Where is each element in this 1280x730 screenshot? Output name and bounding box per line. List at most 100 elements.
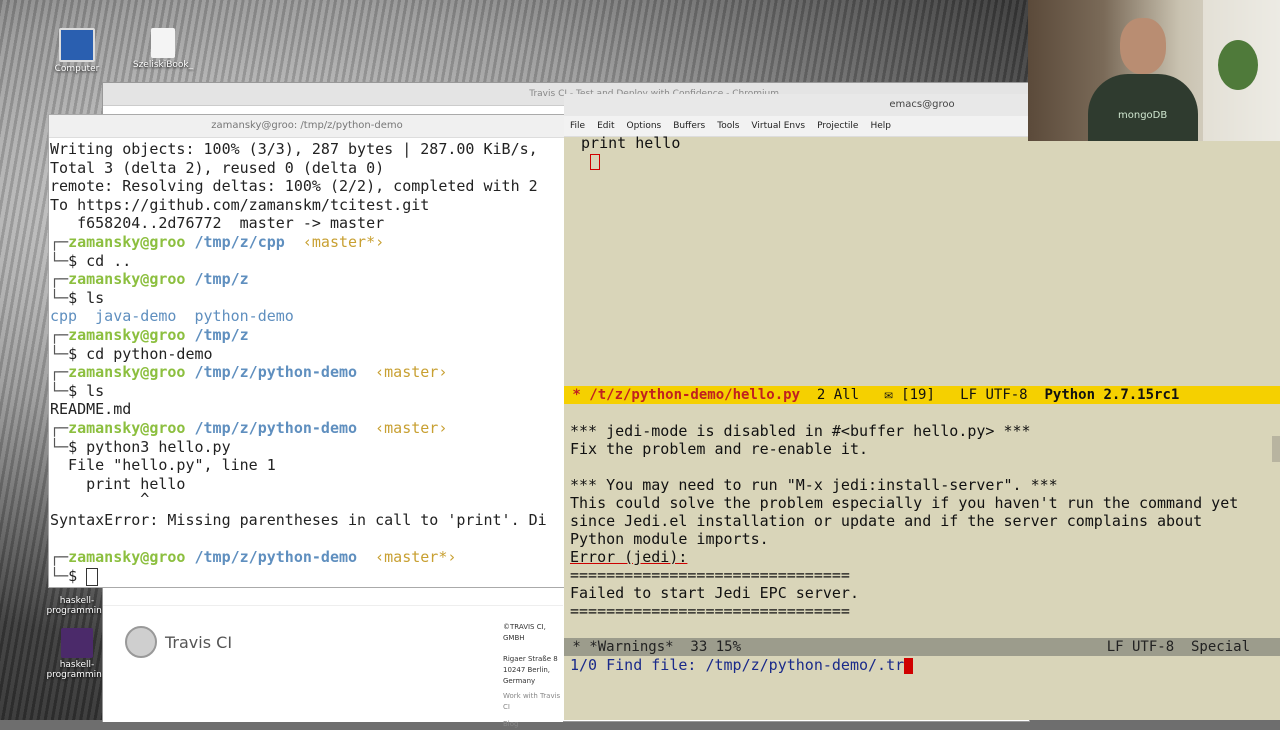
code-line-cursor: [572, 152, 1272, 170]
prompt-char: $: [68, 381, 78, 400]
terminal-line: Total 3 (delta 2), reused 0 (delta 0): [50, 158, 385, 177]
prompt-path: /tmp/z/python-demo: [194, 418, 358, 437]
footer-link-blog[interactable]: Blog: [503, 719, 563, 730]
command-text: ls: [86, 288, 105, 307]
warning-line: since Jedi.el installation or update and…: [570, 512, 1203, 530]
footer-address-line: 10247 Berlin,: [503, 666, 551, 674]
shirt-logo-text: mongoDB: [1118, 110, 1168, 121]
prompt-line: ┌─zamansky@groo /tmp/z/cpp ‹master*›: [50, 232, 385, 251]
prompt-branch: ‹master*›: [375, 548, 457, 567]
computer-icon: [59, 28, 95, 62]
command-line: └─$ ls: [50, 288, 105, 307]
prompt-user: zamansky@groo: [68, 325, 186, 344]
prompt-line: ┌─zamansky@groo /tmp/z: [50, 270, 249, 289]
prompt-line: ┌─zamansky@groo /tmp/z: [50, 325, 249, 344]
prompt-user: zamansky@groo: [68, 270, 186, 289]
terminal-output[interactable]: Writing objects: 100% (3/3), 287 bytes |…: [49, 138, 565, 586]
footer-link-work[interactable]: Work with Travis CI: [503, 691, 563, 713]
desktop-icon-computer[interactable]: Computer: [42, 28, 112, 74]
syntax-error-message: SyntaxError: Missing parentheses in call…: [50, 511, 547, 530]
command-line: └─$ cd python-demo: [50, 344, 213, 363]
menu-file[interactable]: File: [564, 116, 591, 136]
footer-address-line: Rigaer Straße 8: [503, 655, 558, 663]
menu-virtual-envs[interactable]: Virtual Envs: [745, 116, 811, 136]
traceback-caret: ^: [50, 490, 150, 509]
warning-line: Python module imports.: [570, 530, 769, 548]
minibuffer-cursor: [904, 657, 914, 674]
menu-edit[interactable]: Edit: [591, 116, 620, 136]
prompt-path: /tmp/z/python-demo: [194, 363, 358, 382]
warning-line: *** You may need to run "M-x jedi:instal…: [570, 476, 1058, 494]
warning-line: [570, 458, 1270, 476]
dir-entry: python-demo: [194, 307, 294, 326]
travis-logo-text: Travis CI: [165, 632, 233, 652]
prompt-line: ┌─zamansky@groo /tmp/z/python-demo ‹mast…: [50, 548, 457, 567]
desktop-icon-label: haskell-programming: [46, 596, 108, 616]
warning-line: ===============================: [570, 566, 850, 584]
modeline-top[interactable]: * /t/z/python-demo/hello.py 2 All ✉ [19]…: [564, 386, 1280, 404]
warning-line: Error (jedi):: [570, 548, 688, 566]
prompt-char: $: [68, 437, 78, 456]
prompt-char: $: [68, 344, 78, 363]
command-line: └─$ cd ..: [50, 251, 132, 270]
prompt-char: $: [68, 567, 78, 586]
warning-line: Failed to start Jedi EPC server.: [570, 584, 859, 602]
command-text: cd python-demo: [86, 344, 213, 363]
menu-buffers[interactable]: Buffers: [667, 116, 711, 136]
minibuffer[interactable]: 1/0 Find file: /tmp/z/python-demo/.tr: [570, 656, 914, 674]
webcam-presenter: mongoDB: [1088, 18, 1198, 141]
menu-tools[interactable]: Tools: [711, 116, 745, 136]
prompt-char: $: [68, 288, 78, 307]
minibuffer-prompt: 1/0 Find file: /tmp/z/python-demo/.tr: [570, 656, 905, 674]
menu-options[interactable]: Options: [621, 116, 668, 136]
warning-line: This could solve the problem especially …: [570, 494, 1239, 512]
prompt-path: /tmp/z/cpp: [194, 232, 285, 251]
terminal-window[interactable]: zamansky@groo: /tmp/z/python-demo Writin…: [48, 114, 566, 588]
prompt-path: /tmp/z: [194, 325, 249, 344]
terminal-line: To https://github.com/zamanskm/tcitest.g…: [50, 195, 430, 214]
terminal-line: Writing objects: 100% (3/3), 287 bytes |…: [50, 140, 538, 158]
footer-address-line: Germany: [503, 677, 536, 685]
modeline-buffer-name: * /t/z/python-demo/hello.py: [564, 387, 801, 403]
warnings-buffer[interactable]: *** jedi-mode is disabled in #<buffer he…: [570, 422, 1270, 620]
ls-output: cpp java-demo python-demo: [50, 307, 565, 326]
terminal-cursor: [86, 567, 99, 586]
menu-help[interactable]: Help: [864, 116, 897, 136]
warning-line: Fix the problem and re-enable it.: [570, 440, 869, 458]
prompt-user: zamansky@groo: [68, 232, 186, 251]
terminal-title[interactable]: zamansky@groo: /tmp/z/python-demo: [49, 115, 565, 138]
menu-projectile[interactable]: Projectile: [811, 116, 864, 136]
presenter-body: [1088, 74, 1198, 141]
prompt-line: ┌─zamansky@groo /tmp/z/python-demo ‹mast…: [50, 363, 448, 382]
prompt-char: $: [68, 251, 78, 270]
warning-line: ===============================: [570, 602, 850, 620]
pdf-file-icon: [151, 28, 175, 58]
prompt-user: zamansky@groo: [68, 418, 186, 437]
modeline-bottom[interactable]: * *Warnings* 33 15% LF UTF-8 Special: [564, 638, 1280, 656]
prompt-path: /tmp/z: [194, 270, 249, 289]
file-entry: README.md: [50, 400, 132, 419]
scrollbar-thumb[interactable]: [1272, 436, 1280, 462]
command-text: python3 hello.py: [86, 437, 231, 456]
desktop-icon-szeliski[interactable]: SzeliskiBook_: [128, 28, 198, 70]
modeline-mail: ✉ [19]: [859, 387, 935, 403]
modeline-major-mode: Python 2.7.15rc1: [1027, 387, 1180, 403]
travis-footer-company: ©TRAVIS CI, GMBH Rigaer Straße 8 10247 B…: [503, 622, 563, 730]
footer-copyright: ©TRAVIS CI, GMBH: [503, 623, 546, 642]
prompt-line: ┌─zamansky@groo /tmp/z/python-demo ‹mast…: [50, 418, 448, 437]
emacs-window[interactable]: emacs@groo File Edit Options Buffers Too…: [564, 94, 1280, 720]
command-line-active[interactable]: └─$: [50, 567, 565, 586]
modeline-buffer-name: * *Warnings* 33 15%: [564, 639, 742, 655]
prompt-branch: ‹master›: [375, 363, 448, 382]
prompt-user: zamansky@groo: [68, 548, 186, 567]
prompt-path: /tmp/z/python-demo: [194, 548, 358, 567]
webcam-overlay: mongoDB: [1028, 0, 1280, 141]
travis-logo[interactable]: Travis CI: [125, 626, 232, 658]
editor-cursor: [590, 153, 600, 170]
prompt-branch: ‹master›: [375, 418, 448, 437]
terminal-line: remote: Resolving deltas: 100% (2/2), co…: [50, 177, 538, 196]
command-line: └─$ ls: [50, 381, 105, 400]
modeline-position: 2 All: [800, 387, 860, 403]
desktop-icon-label: Computer: [54, 64, 100, 74]
editor-buffer[interactable]: print hello: [572, 134, 1272, 384]
